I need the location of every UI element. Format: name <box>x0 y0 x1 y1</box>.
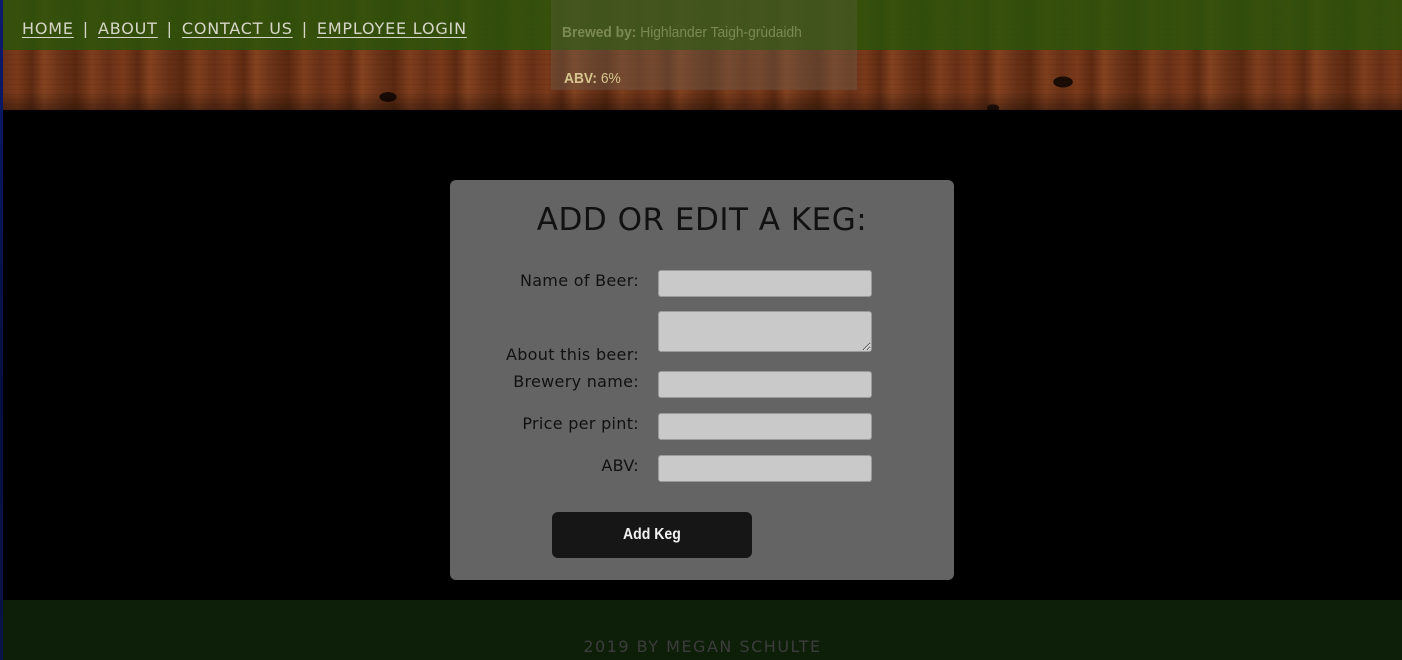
keg-form: ADD OR EDIT A KEG: Name of Beer: About t… <box>450 180 954 580</box>
price-per-pint-input[interactable] <box>658 413 872 440</box>
about-beer-label: About this beer: <box>505 345 639 364</box>
price-per-pint-label: Price per pint: <box>522 414 639 433</box>
featured-keg-card: Brewed by: Highlander Taigh-grùdaidh ABV… <box>551 0 857 90</box>
nav-link-about[interactable]: ABOUT <box>98 19 158 38</box>
abv-value: 6% <box>600 70 621 87</box>
nav-link-contact[interactable]: CONTACT US <box>182 19 293 38</box>
brewery-name-input[interactable] <box>658 371 872 398</box>
nav-link-home[interactable]: HOME <box>22 19 74 38</box>
brewed-by-value: Highlander Taigh-grùdaidh <box>640 24 802 41</box>
add-keg-button[interactable]: Add Keg <box>552 512 752 558</box>
nav-separator: | <box>301 19 308 38</box>
form-title: ADD OR EDIT A KEG: <box>536 202 868 238</box>
footer-credit: 2019 BY MEGAN SCHULTE <box>583 637 822 656</box>
page: Brewed by: Highlander Taigh-grùdaidh ABV… <box>0 0 1402 660</box>
beer-name-input[interactable] <box>658 270 872 297</box>
add-keg-button-label: Add Keg <box>623 526 681 543</box>
brewed-by-label: Brewed by: <box>562 24 637 41</box>
abv-line: ABV: 6% <box>564 70 621 87</box>
abv-label: ABV: <box>564 70 597 87</box>
main-nav: HOME | ABOUT | CONTACT US | EMPLOYEE LOG… <box>22 19 467 38</box>
brewed-by-line: Brewed by: Highlander Taigh-grùdaidh <box>562 24 802 41</box>
brewery-name-label: Brewery name: <box>513 372 639 391</box>
abv-input[interactable] <box>658 455 872 482</box>
header-banner: Brewed by: Highlander Taigh-grùdaidh ABV… <box>3 0 1402 110</box>
abv-field-label: ABV: <box>601 456 639 475</box>
about-beer-textarea[interactable] <box>658 311 872 352</box>
footer: 2019 BY MEGAN SCHULTE <box>3 600 1402 660</box>
nav-link-employee-login[interactable]: EMPLOYEE LOGIN <box>317 19 467 38</box>
beer-name-label: Name of Beer: <box>519 271 639 290</box>
nav-separator: | <box>82 19 89 38</box>
nav-separator: | <box>166 19 173 38</box>
